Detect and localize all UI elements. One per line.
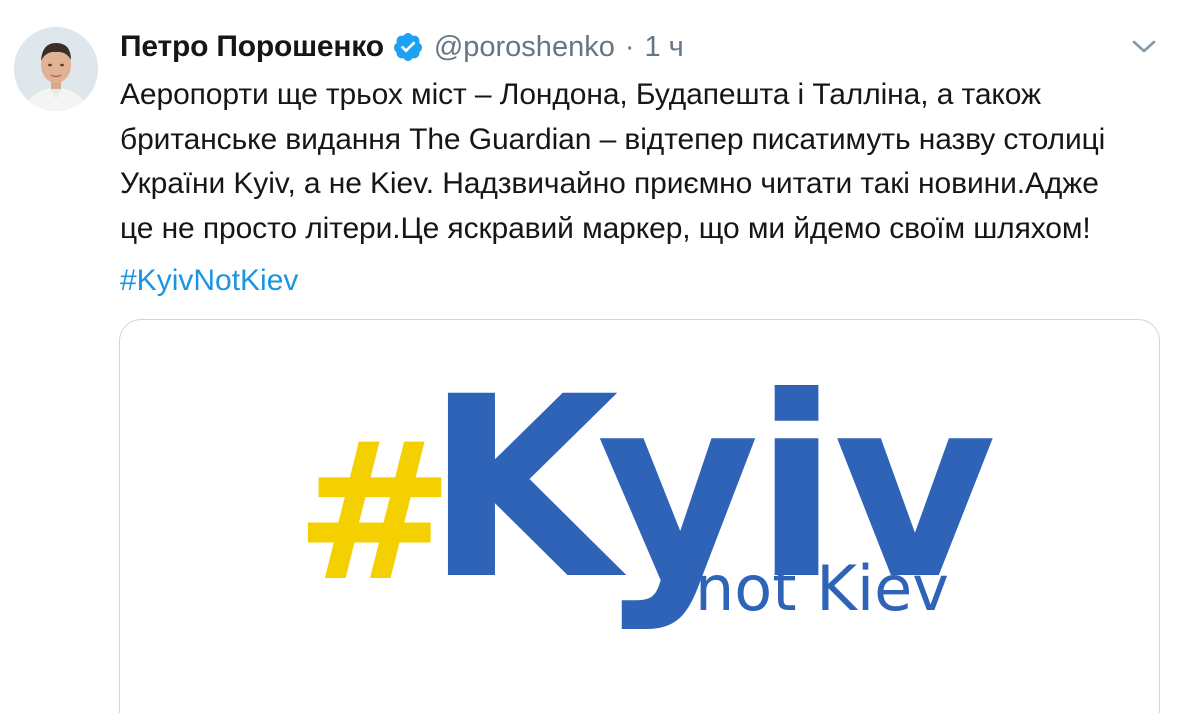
tweet-text: Аеропорти ще трьох міст – Лондона, Будап…	[120, 73, 1160, 251]
meta-separator: ·	[624, 30, 635, 63]
tweet-header: Петро Порошенко @poroshenko · 1 ч	[120, 26, 684, 68]
author-name[interactable]: Петро Порошенко	[120, 30, 384, 64]
tweet: Петро Порошенко @poroshenko · 1 ч Аеропо…	[0, 0, 1179, 713]
media-card[interactable]: # Kyiv not Kiev	[119, 319, 1160, 713]
tweet-text-line: України Kyiv, а не Kiev. Надзвичайно при…	[120, 167, 1099, 200]
tweet-timestamp[interactable]: 1 ч	[645, 31, 684, 64]
author-handle[interactable]: @poroshenko	[434, 31, 615, 64]
verified-badge-icon	[392, 31, 424, 63]
tweet-text-line: британське видання The Guardian – відтеп…	[120, 122, 1106, 156]
media-image: # Kyiv not Kiev	[295, 343, 999, 634]
avatar[interactable]	[14, 27, 98, 111]
hashtag-link[interactable]: #KyivNotKiev	[120, 259, 298, 303]
chevron-down-icon[interactable]	[1130, 37, 1158, 57]
media-subtitle: not Kiev	[695, 552, 949, 625]
tweet-text-line: Аеропорти ще трьох міст – Лондона, Будап…	[120, 78, 1041, 111]
tweet-text-line: це не просто літери.Це яскравий маркер, …	[120, 211, 1091, 245]
